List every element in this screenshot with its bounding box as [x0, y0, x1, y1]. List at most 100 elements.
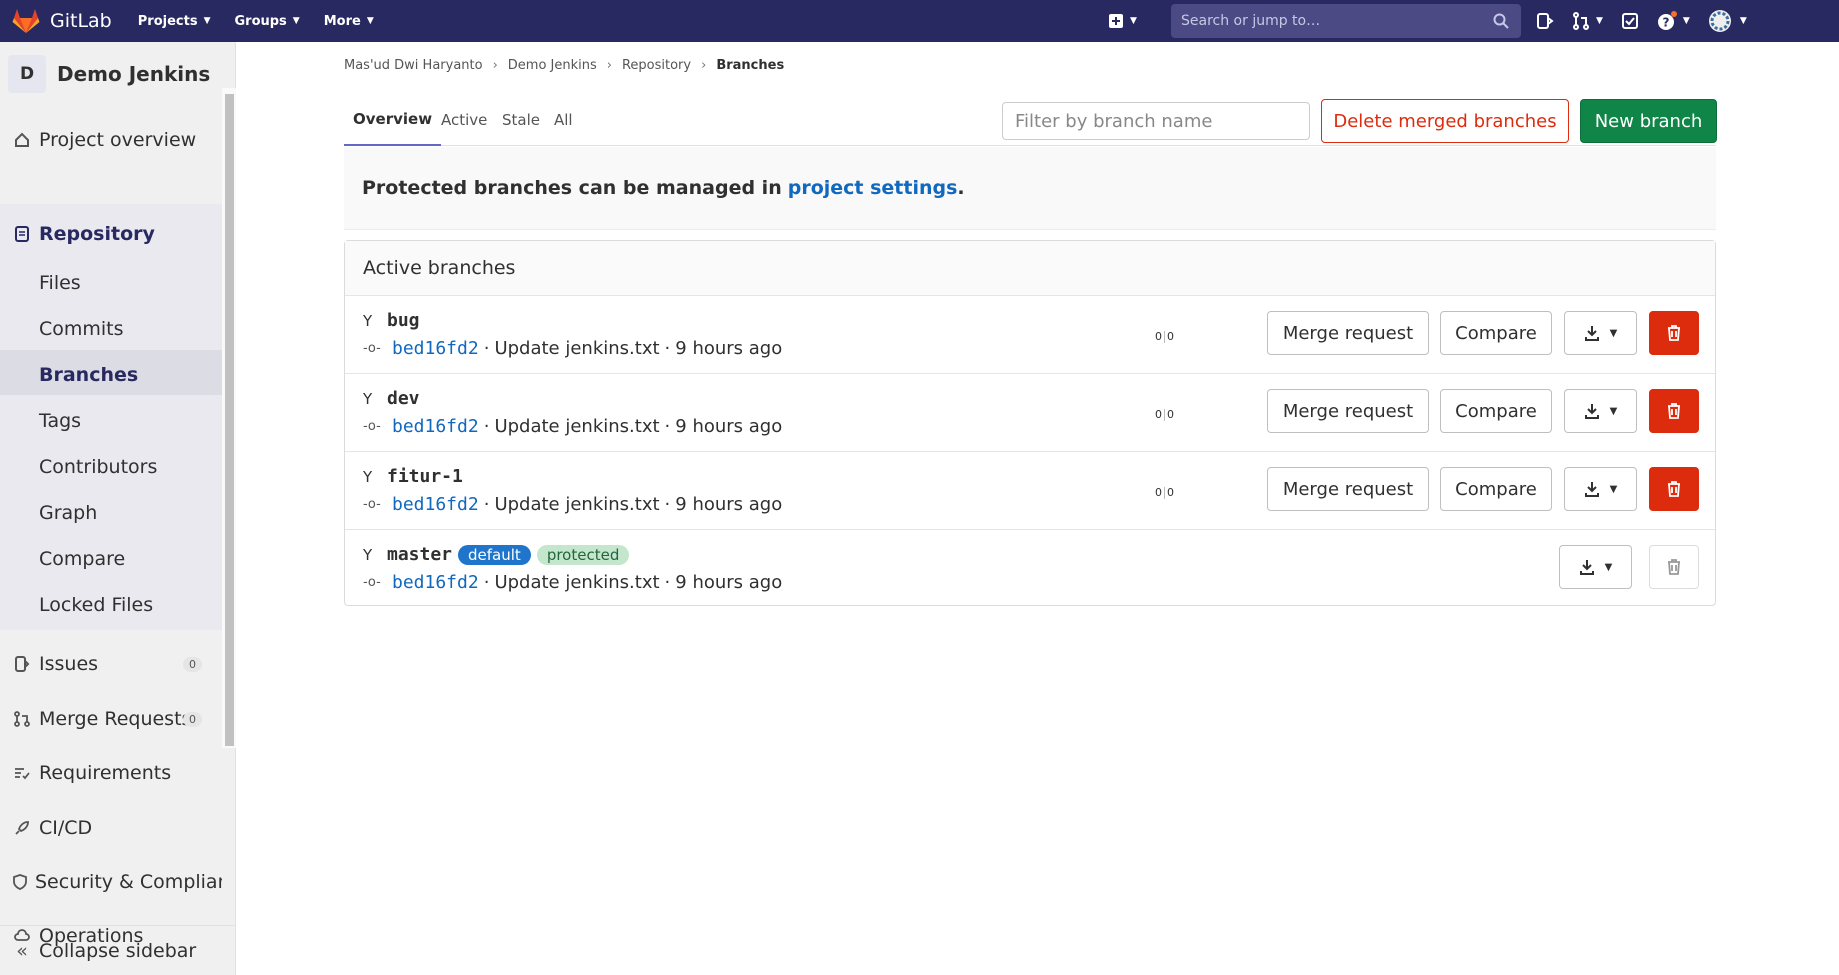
- chevron-right-icon: ›: [492, 58, 498, 73]
- behind-count: 0: [1155, 330, 1162, 343]
- merge-request-button[interactable]: Merge request: [1267, 467, 1429, 511]
- new-menu[interactable]: ▼: [1108, 0, 1137, 42]
- delete-branch-button[interactable]: [1649, 467, 1699, 511]
- sidebar-subitem-tags[interactable]: Tags: [39, 410, 81, 432]
- panel-title: Active branches: [345, 241, 1715, 296]
- project-settings-link[interactable]: project settings: [788, 177, 958, 199]
- divergence-graph: 00: [1155, 330, 1174, 343]
- top-navbar: GitLab Projects ▼ Groups ▼ More ▼ ▼ Search …: [0, 0, 1839, 42]
- commit-message[interactable]: Update jenkins.txt: [494, 572, 659, 593]
- help-menu[interactable]: ? ▼: [1657, 11, 1690, 31]
- breadcrumb-repository[interactable]: Repository: [622, 58, 691, 73]
- trash-icon: [1668, 481, 1680, 497]
- branch-name[interactable]: bug: [387, 310, 420, 331]
- compare-button[interactable]: Compare: [1440, 467, 1552, 511]
- sidebar-item-requirements[interactable]: Requirements: [0, 753, 222, 793]
- nav-projects-dropdown[interactable]: Projects ▼: [138, 14, 211, 29]
- branch-row: Үfitur-1 -o-bed16fd2 · Update jenkins.txt ·…: [345, 452, 1715, 530]
- chevron-down-icon: ▼: [203, 16, 211, 26]
- sidebar-item-label: Requirements: [39, 762, 172, 784]
- delete-merged-branches-button[interactable]: Delete merged branches: [1321, 99, 1569, 143]
- breadcrumb-user[interactable]: Mas'ud Dwi Haryanto: [344, 58, 483, 73]
- commit-message[interactable]: Update jenkins.txt: [494, 416, 659, 437]
- compare-button[interactable]: Compare: [1440, 389, 1552, 433]
- chevron-right-icon: ›: [606, 58, 612, 73]
- project-header[interactable]: D Demo Jenkins: [8, 55, 210, 93]
- tab-overview[interactable]: Overview: [344, 94, 442, 146]
- nav-groups-label: Groups: [234, 13, 287, 29]
- download-dropdown-button[interactable]: ▼: [1559, 545, 1632, 589]
- commit-message[interactable]: Update jenkins.txt: [494, 338, 659, 359]
- sidebar-item-project-overview[interactable]: Project overview: [0, 120, 222, 160]
- commit-time: 9 hours ago: [675, 338, 783, 359]
- sidebar-item-security[interactable]: Security & Complianc: [0, 862, 222, 902]
- separator-dot: ·: [483, 494, 490, 515]
- sidebar-item-repository[interactable]: Repository: [0, 214, 222, 254]
- protected-badge: protected: [536, 544, 630, 565]
- compare-button[interactable]: Compare: [1440, 311, 1552, 355]
- breadcrumb-project[interactable]: Demo Jenkins: [508, 58, 597, 73]
- commit-icon: -o-: [363, 341, 381, 356]
- delete-branch-button[interactable]: [1649, 389, 1699, 433]
- download-icon: [1584, 326, 1599, 341]
- gitlab-logo[interactable]: GitLab: [12, 8, 112, 34]
- tab-all[interactable]: All: [554, 94, 573, 146]
- nav-groups-dropdown[interactable]: Groups ▼: [234, 14, 299, 29]
- chevron-down-icon: ▼: [1130, 16, 1137, 26]
- sidebar-scrollbar-thumb[interactable]: [225, 94, 234, 746]
- sidebar-item-cicd[interactable]: CI/CD: [0, 808, 222, 848]
- separator-dot: ·: [483, 338, 490, 359]
- merge-requests-shortcut[interactable]: ▼: [1572, 12, 1603, 30]
- download-dropdown-button[interactable]: ▼: [1564, 389, 1637, 433]
- doc-text-icon: [12, 226, 32, 242]
- download-dropdown-button[interactable]: ▼: [1564, 467, 1637, 511]
- tab-active[interactable]: Active: [441, 94, 487, 146]
- nav-more-dropdown[interactable]: More ▼: [324, 14, 374, 29]
- double-chevron-left-icon: «: [16, 939, 28, 962]
- breadcrumb-current[interactable]: Branches: [716, 58, 784, 73]
- sidebar-subitem-graph[interactable]: Graph: [39, 502, 97, 524]
- branch-name[interactable]: fitur-1: [387, 466, 463, 487]
- commit-sha-link[interactable]: bed16fd2: [392, 572, 479, 593]
- separator-dot: ·: [664, 572, 671, 593]
- sidebar-item-issues[interactable]: Issues 0: [0, 644, 222, 684]
- chevron-down-icon: ▼: [1596, 16, 1603, 26]
- project-name: Demo Jenkins: [57, 62, 211, 86]
- filter-branch-input[interactable]: [1002, 102, 1310, 140]
- sidebar-item-merge-requests[interactable]: Merge Requests 0: [0, 699, 222, 739]
- sidebar-item-label: Repository: [39, 223, 155, 245]
- chevron-down-icon: ▼: [1609, 483, 1618, 495]
- commit-sha-link[interactable]: bed16fd2: [392, 338, 479, 359]
- ahead-count: 0: [1167, 486, 1174, 499]
- delete-branch-button[interactable]: [1649, 311, 1699, 355]
- protected-branches-notice: Protected branches can be managed in pro…: [344, 147, 1716, 230]
- sidebar-subitem-files[interactable]: Files: [39, 272, 81, 294]
- tab-stale[interactable]: Stale: [502, 94, 540, 146]
- commit-sha-link[interactable]: bed16fd2: [392, 494, 479, 515]
- collapse-sidebar-button[interactable]: « Collapse sidebar: [0, 925, 236, 975]
- new-branch-button[interactable]: New branch: [1580, 99, 1717, 143]
- commit-message[interactable]: Update jenkins.txt: [494, 494, 659, 515]
- merge-request-button[interactable]: Merge request: [1267, 311, 1429, 355]
- branch-name[interactable]: dev: [387, 388, 420, 409]
- collapse-sidebar-label: Collapse sidebar: [39, 939, 197, 962]
- commit-sha-link[interactable]: bed16fd2: [392, 416, 479, 437]
- chevron-down-icon: ▼: [366, 16, 374, 26]
- sidebar-subitem-locked-files[interactable]: Locked Files: [39, 594, 153, 616]
- search-box[interactable]: Search or jump to…: [1171, 4, 1521, 38]
- issues-shortcut[interactable]: [1536, 12, 1554, 30]
- page-scrollbar[interactable]: [1826, 42, 1839, 975]
- sidebar-subitem-branches[interactable]: Branches: [39, 364, 138, 386]
- branch-name[interactable]: master: [387, 544, 452, 565]
- todos-shortcut[interactable]: [1621, 12, 1639, 30]
- trash-icon: [1668, 403, 1680, 419]
- download-dropdown-button[interactable]: ▼: [1564, 311, 1637, 355]
- user-menu[interactable]: ▼: [1708, 9, 1747, 33]
- chevron-down-icon: ▼: [1604, 561, 1613, 573]
- merge-request-button[interactable]: Merge request: [1267, 389, 1429, 433]
- sidebar-subitem-contributors[interactable]: Contributors: [39, 456, 157, 478]
- sidebar-subitem-compare[interactable]: Compare: [39, 548, 125, 570]
- merge-requests-count-badge: 0: [183, 711, 202, 727]
- branch-icon: Ү: [363, 389, 373, 408]
- sidebar-subitem-commits[interactable]: Commits: [39, 318, 124, 340]
